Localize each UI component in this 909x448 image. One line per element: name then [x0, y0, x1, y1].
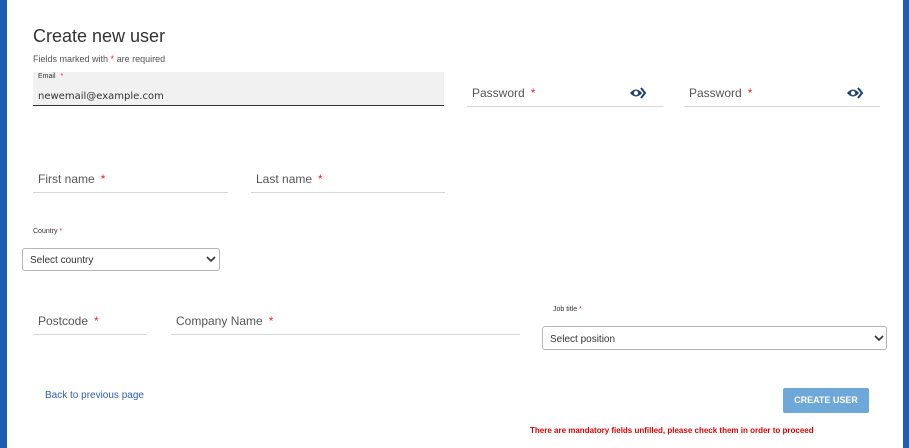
error-message: There are mandatory fields unfilled, ple…: [530, 426, 814, 435]
page-title: Create new user: [33, 26, 166, 46]
company-name-label-text: Company Name: [176, 314, 263, 328]
required-note: Fields marked with * are required: [33, 54, 165, 64]
last-name-label: Last name *: [256, 172, 323, 186]
email-field[interactable]: Email * newemail@example.com: [33, 72, 444, 106]
first-name-label-text: First name: [38, 172, 95, 186]
chevron-down-icon: [874, 335, 884, 342]
email-value: newemail@example.com: [38, 91, 164, 102]
required-star: *: [318, 172, 323, 186]
required-star: *: [747, 86, 753, 100]
postcode-field[interactable]: Postcode *: [33, 311, 147, 335]
last-name-label-text: Last name: [256, 172, 313, 186]
required-star: *: [59, 228, 63, 235]
job-title-select[interactable]: Select position: [542, 326, 887, 350]
company-name-label: Company Name *: [176, 314, 273, 328]
required-star: *: [100, 172, 106, 186]
required-star: *: [268, 314, 274, 328]
password-label-text: Password: [472, 86, 525, 100]
chevron-down-icon: [206, 256, 216, 263]
show-password-icon[interactable]: [846, 86, 864, 100]
show-password-icon[interactable]: [629, 86, 647, 100]
country-selected-value: Select country: [30, 255, 94, 266]
left-border: [0, 0, 7, 448]
required-star: *: [60, 73, 64, 80]
required-star: *: [94, 314, 99, 328]
create-user-button[interactable]: CREATE USER: [783, 388, 869, 413]
email-label: Email *: [38, 73, 63, 80]
first-name-field[interactable]: First name *: [33, 169, 228, 193]
required-note-prefix: Fields marked with: [33, 54, 109, 64]
job-title-label-text: Job title: [553, 306, 578, 313]
company-name-field[interactable]: Company Name *: [171, 311, 520, 335]
first-name-label: First name *: [38, 172, 105, 186]
required-star: *: [530, 86, 536, 100]
postcode-label-text: Postcode: [38, 314, 89, 328]
required-star: *: [110, 54, 115, 64]
required-note-suffix: are required: [116, 54, 166, 64]
password-confirm-label-text: Password: [689, 86, 742, 100]
email-label-text: Email: [38, 73, 56, 80]
job-title-selected-value: Select position: [550, 334, 616, 345]
country-label-text: Country: [33, 228, 58, 235]
right-border: [903, 0, 909, 448]
password-confirm-label: Password *: [689, 86, 752, 100]
country-label: Country *: [33, 228, 62, 235]
password-confirm-field[interactable]: Password *: [684, 82, 880, 107]
postcode-label: Postcode *: [38, 314, 99, 328]
back-link[interactable]: Back to previous page: [45, 390, 144, 401]
required-star: *: [579, 306, 582, 313]
password-label: Password *: [472, 86, 535, 100]
job-title-label: Job title *: [553, 306, 582, 313]
last-name-field[interactable]: Last name *: [251, 169, 445, 193]
password-field[interactable]: Password *: [467, 82, 663, 107]
country-select[interactable]: Select country: [22, 248, 220, 271]
